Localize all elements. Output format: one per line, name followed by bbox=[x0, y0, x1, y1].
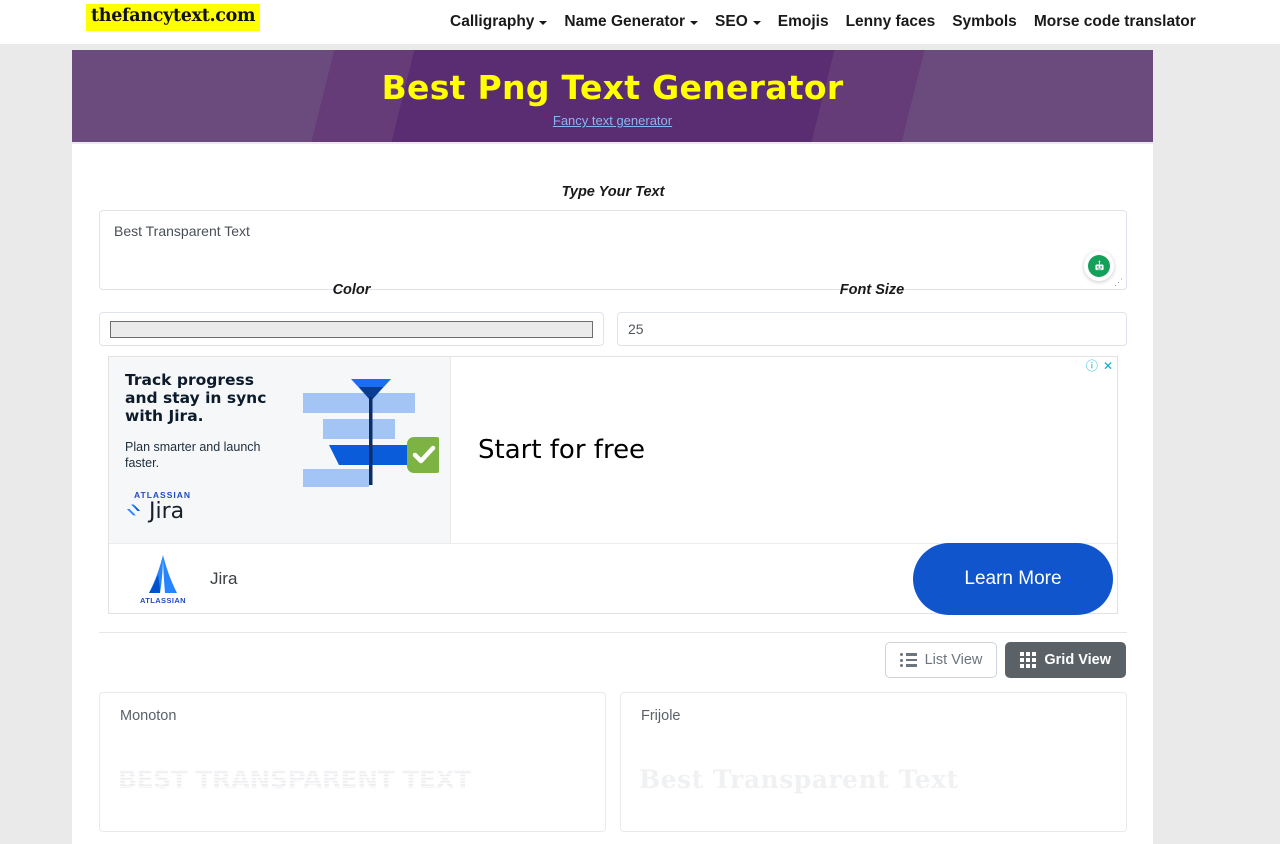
advertisement[interactable]: Track progress and stay in sync with Jir… bbox=[108, 356, 1118, 614]
nav-item-calligraphy[interactable]: Calligraphy bbox=[450, 13, 547, 31]
font-name: Frijole bbox=[641, 708, 680, 724]
nav-item-lenny-faces[interactable]: Lenny faces bbox=[846, 13, 936, 31]
font-preview-grid: Monoton Best Transparent Text Frijole Be… bbox=[99, 692, 1127, 832]
ad-creative-image: Track progress and stay in sync with Jir… bbox=[109, 357, 451, 543]
view-toggle-group: List View Grid View bbox=[885, 642, 1126, 678]
nav-label: Calligraphy bbox=[450, 13, 534, 31]
list-icon bbox=[900, 653, 917, 667]
text-input[interactable]: Best Transparent Text ⋰ bbox=[99, 210, 1127, 290]
ad-brand-name: Jira bbox=[210, 569, 237, 589]
font-sample-text: Best Transparent Text bbox=[118, 765, 471, 794]
ad-jira-wordmark: Jira bbox=[149, 499, 184, 524]
learn-more-button[interactable]: Learn More bbox=[913, 543, 1113, 615]
grid-view-button[interactable]: Grid View bbox=[1005, 642, 1126, 678]
top-navbar: thefancytext.com Calligraphy Name Genera… bbox=[0, 0, 1280, 44]
ad-body: Track progress and stay in sync with Jir… bbox=[109, 357, 1117, 543]
atlassian-mark-icon bbox=[134, 553, 192, 595]
color-swatch[interactable] bbox=[110, 321, 593, 338]
font-sample-text: Best Transparent Text bbox=[639, 765, 959, 794]
close-icon[interactable]: ✕ bbox=[1103, 360, 1113, 372]
ad-subtext: Plan smarter and launch faster. bbox=[125, 439, 275, 472]
grid-view-label: Grid View bbox=[1044, 652, 1111, 668]
text-input-value: Best Transparent Text bbox=[114, 223, 250, 239]
nav-label: SEO bbox=[715, 13, 748, 31]
nav-item-symbols[interactable]: Symbols bbox=[952, 13, 1017, 31]
nav-item-seo[interactable]: SEO bbox=[715, 13, 761, 31]
atlassian-wordmark: ATLASSIAN bbox=[134, 596, 192, 605]
ad-funnel-illustration bbox=[299, 375, 439, 487]
font-size-control: Font Size 25 bbox=[617, 282, 1127, 346]
font-size-input[interactable]: 25 bbox=[617, 312, 1127, 346]
color-label: Color bbox=[99, 282, 604, 298]
list-view-button[interactable]: List View bbox=[885, 642, 998, 678]
page-title: Best Png Text Generator bbox=[72, 68, 1153, 107]
nav-item-emojis[interactable]: Emojis bbox=[778, 13, 829, 31]
list-view-label: List View bbox=[925, 652, 983, 668]
nav-item-morse-code-translator[interactable]: Morse code translator bbox=[1034, 13, 1196, 31]
color-input[interactable] bbox=[99, 312, 604, 346]
fancy-text-generator-link[interactable]: Fancy text generator bbox=[72, 113, 1153, 128]
grid-icon bbox=[1020, 652, 1036, 668]
jira-logo-icon bbox=[125, 503, 143, 521]
ad-cta-text: Start for free bbox=[478, 435, 645, 465]
chevron-down-icon bbox=[753, 21, 761, 25]
main-navigation: Calligraphy Name Generator SEO Emojis Le… bbox=[450, 0, 1196, 44]
font-size-value: 25 bbox=[628, 321, 644, 337]
main-content-card: Type Your Text Best Transparent Text ⋰ bbox=[72, 144, 1153, 844]
font-name: Monoton bbox=[120, 708, 176, 724]
font-preview-card[interactable]: Frijole Best Transparent Text bbox=[620, 692, 1127, 832]
font-size-label: Font Size bbox=[617, 282, 1127, 298]
font-preview-card[interactable]: Monoton Best Transparent Text bbox=[99, 692, 606, 832]
robot-glyph bbox=[1093, 260, 1106, 273]
grammarly-robot-icon[interactable] bbox=[1084, 251, 1114, 281]
chevron-down-icon bbox=[690, 21, 698, 25]
page-hero-banner: Best Png Text Generator Fancy text gener… bbox=[72, 50, 1153, 142]
text-input-section: Type Your Text Best Transparent Text ⋰ bbox=[99, 184, 1127, 290]
section-divider bbox=[99, 632, 1127, 633]
site-logo[interactable]: thefancytext.com bbox=[86, 4, 260, 31]
text-input-label: Type Your Text bbox=[99, 184, 1127, 200]
atlassian-logo: ATLASSIAN bbox=[134, 553, 192, 605]
ad-footer: ATLASSIAN Jira Learn More bbox=[109, 543, 1117, 613]
nav-label: Name Generator bbox=[564, 13, 685, 31]
ad-controls: ⓘ ✕ bbox=[1086, 360, 1113, 372]
info-icon[interactable]: ⓘ bbox=[1086, 360, 1098, 372]
nav-item-name-generator[interactable]: Name Generator bbox=[564, 13, 698, 31]
ad-headline: Track progress and stay in sync with Jir… bbox=[125, 371, 285, 425]
color-control: Color bbox=[99, 282, 604, 346]
chevron-down-icon bbox=[539, 21, 547, 25]
ad-cta-panel[interactable]: Start for free ⓘ ✕ bbox=[451, 357, 1117, 543]
